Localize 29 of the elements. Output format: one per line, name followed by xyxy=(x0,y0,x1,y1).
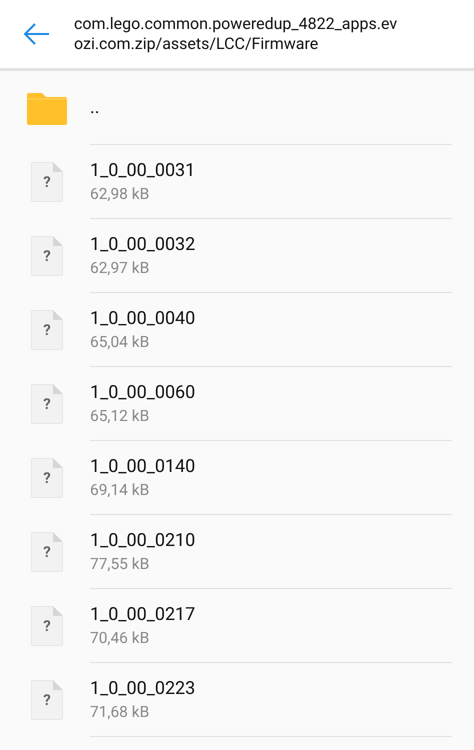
file-size: 77,55 kB xyxy=(90,554,150,574)
folder-item[interactable]: .. xyxy=(90,71,452,145)
unknown-file-icon: ? xyxy=(31,384,63,424)
file-size: 62,98 kB xyxy=(90,184,150,204)
unknown-file-icon: ? xyxy=(31,606,63,646)
file-name: 1_0_00_0040 xyxy=(90,306,196,330)
unknown-file-icon: ? xyxy=(31,458,63,498)
file-size: 62,97 kB xyxy=(90,258,150,278)
unknown-file-icon: ? xyxy=(31,680,63,720)
unknown-file-icon: ? xyxy=(31,236,63,276)
file-name: 1_0_00_0223 xyxy=(90,676,196,700)
file-name: 1_0_00_0217 xyxy=(90,602,196,626)
file-name: 1_0_00_0210 xyxy=(90,528,196,552)
file-size: 70,46 kB xyxy=(90,628,150,648)
file-size: 65,04 kB xyxy=(90,332,150,352)
back-icon[interactable] xyxy=(24,23,50,45)
file-name: 1_0_00_0031 xyxy=(90,158,196,182)
folder-path: com.lego.common.poweredup_4822_apps.evozi.com.zip/assets/LCC/Firmware xyxy=(74,14,398,54)
file-size: 71,68 kB xyxy=(90,702,150,722)
file-name: 1_0_00_0140 xyxy=(90,454,196,478)
file-name: 1_0_00_0060 xyxy=(90,380,196,404)
file-name: 1_0_00_0032 xyxy=(90,232,196,256)
file-size: 69,14 kB xyxy=(90,480,150,500)
unknown-file-icon: ? xyxy=(31,310,63,350)
file-size: 65,12 kB xyxy=(90,406,150,426)
unknown-file-icon: ? xyxy=(31,162,63,202)
unknown-file-icon: ? xyxy=(31,532,63,572)
file-name: .. xyxy=(90,96,100,120)
folder-icon xyxy=(27,90,67,124)
